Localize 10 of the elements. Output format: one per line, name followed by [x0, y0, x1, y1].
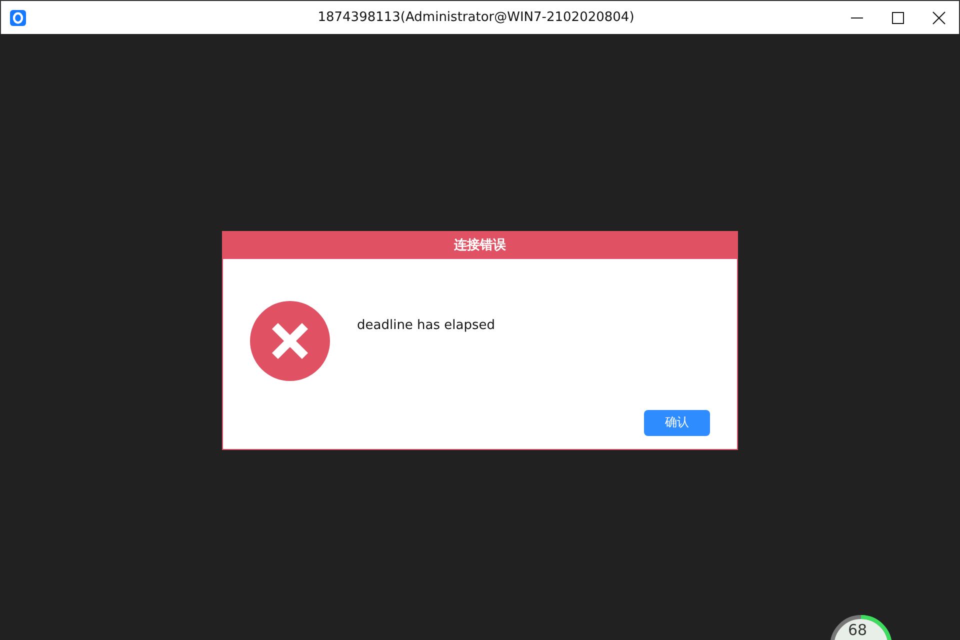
close-icon — [932, 10, 946, 24]
app-icon — [10, 10, 26, 26]
minimize-icon — [850, 16, 862, 18]
gauge-reading: 68 — [848, 622, 868, 639]
error-message: deadline has elapsed — [357, 318, 496, 332]
error-icon — [250, 300, 330, 380]
window-title: 1874398113(Administrator@WIN7-2102020804) — [316, 10, 636, 25]
dialog-title: 连接错误 — [223, 232, 737, 258]
maximize-icon — [890, 10, 904, 24]
confirm-button[interactable]: 确认 — [644, 410, 710, 436]
